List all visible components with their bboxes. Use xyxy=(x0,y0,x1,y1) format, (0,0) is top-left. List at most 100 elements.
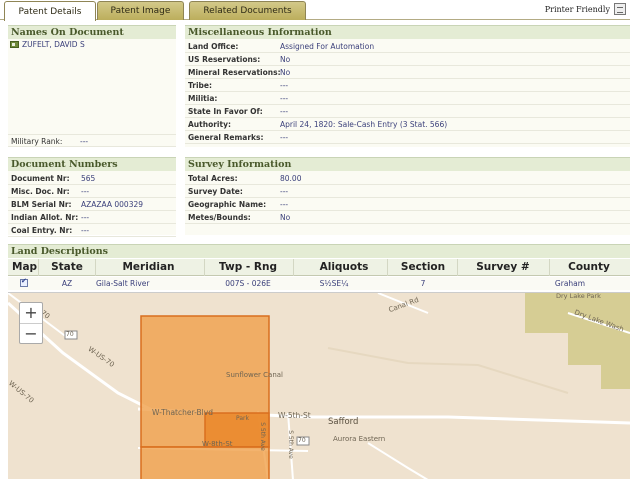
land-meridian: Gila-Salt River xyxy=(96,279,150,288)
misc-label: Tribe: xyxy=(188,81,213,90)
docnum-label: BLM Serial Nr: xyxy=(11,200,72,209)
survey-value: --- xyxy=(280,200,289,209)
docnums-panel: Document Numbers Document Nr: 565 Misc. Do… xyxy=(8,157,176,237)
printer-friendly-link[interactable]: Printer Friendly xyxy=(545,5,610,14)
docnum-label: Indian Allot. Nr: xyxy=(11,213,79,222)
name-entry: ZUFELT, DAVID S xyxy=(10,40,85,49)
label-w5th: W-5th-St xyxy=(278,411,311,420)
label-safford: Safford xyxy=(328,417,359,427)
misc-heading: Miscellaneous Information xyxy=(185,25,630,39)
docnum-label: Misc. Doc. Nr: xyxy=(11,187,70,196)
label-s5th-ave-b: S 5th Ave xyxy=(286,430,294,459)
names-panel: Names On Document ZUFELT, DAVID S Milita… xyxy=(8,25,176,147)
misc-row: State In Favor Of: --- xyxy=(185,105,630,118)
survey-row: Metes/Bounds: No xyxy=(185,211,630,224)
survey-heading: Survey Information xyxy=(185,157,630,171)
label-dry-lake-park: Dry Lake Park xyxy=(556,292,601,300)
label-hw-a: 70 xyxy=(66,331,74,338)
misc-label: General Remarks: xyxy=(188,133,264,142)
misc-row: General Remarks: --- xyxy=(185,131,630,144)
col-aliquots: Aliquots xyxy=(319,261,369,273)
misc-value: April 24, 1820: Sale-Cash Entry (3 Stat.… xyxy=(280,120,448,129)
tab-patent-details[interactable]: Patent Details xyxy=(4,1,96,21)
land-state: AZ xyxy=(61,279,73,288)
docnum-row: Coal Entry. Nr: --- xyxy=(8,224,176,237)
misc-label: State In Favor Of: xyxy=(188,107,263,116)
col-twp-rng: Twp - Rng xyxy=(219,261,277,273)
survey-row: Geographic Name: --- xyxy=(185,198,630,211)
survey-panel: Survey Information Total Acres: 80.00 Surv… xyxy=(185,157,630,235)
map-canvas[interactable] xyxy=(8,293,630,479)
name-value: ZUFELT, DAVID S xyxy=(22,40,85,49)
parcel-south xyxy=(140,446,270,479)
misc-label: Land Office: xyxy=(188,42,239,51)
survey-value: 80.00 xyxy=(280,174,302,183)
land-descriptions-heading: Land Descriptions xyxy=(8,244,630,258)
survey-row: Survey Date: --- xyxy=(185,185,630,198)
col-meridian: Meridian xyxy=(122,261,175,273)
docnum-row: Misc. Doc. Nr: --- xyxy=(8,185,176,198)
misc-row: Land Office: Assigned For Automation xyxy=(185,40,630,53)
survey-value: No xyxy=(280,213,291,222)
docnum-value: --- xyxy=(81,226,90,235)
survey-label: Total Acres: xyxy=(188,174,238,183)
tab-bar: Patent Details Patent Image Related Docu… xyxy=(0,0,630,21)
misc-panel: Miscellaneous Information Land Office: As… xyxy=(185,25,630,147)
military-rank-value: --- xyxy=(80,137,89,146)
label-sunflower-canal: Sunflower Canal xyxy=(226,371,283,379)
tab-patent-image[interactable]: Patent Image xyxy=(97,1,184,20)
docnums-heading: Document Numbers xyxy=(8,157,176,171)
misc-value: --- xyxy=(280,94,289,103)
land-aliquots: S½SE¼ xyxy=(319,279,349,288)
docnum-row: Document Nr: 565 xyxy=(8,172,176,185)
col-county: County xyxy=(568,261,610,273)
misc-label: US Reservations: xyxy=(188,55,261,64)
label-thatcher-blvd: W-Thatcher-Blvd xyxy=(152,408,213,417)
survey-row: Total Acres: 80.00 xyxy=(185,172,630,185)
survey-value: --- xyxy=(280,187,289,196)
misc-row: Authority: April 24, 1820: Sale-Cash Entr… xyxy=(185,118,630,131)
docnum-value: --- xyxy=(81,187,90,196)
docnum-label: Coal Entry. Nr: xyxy=(11,226,73,235)
person-card-icon xyxy=(10,41,19,48)
label-s5th-ave-a: S 5th Ave xyxy=(258,422,266,451)
military-rank-label: Military Rank: xyxy=(11,137,63,146)
misc-value: --- xyxy=(280,133,289,142)
land-twp-rng: 007S - 026E xyxy=(225,279,271,288)
col-state: State xyxy=(51,261,83,273)
printer-icon[interactable] xyxy=(614,3,626,15)
misc-label: Mineral Reservations: xyxy=(188,68,281,77)
misc-value: --- xyxy=(280,81,289,90)
survey-label: Metes/Bounds: xyxy=(188,213,251,222)
docnum-value: 565 xyxy=(81,174,96,183)
map-checkbox[interactable] xyxy=(20,277,28,287)
misc-value: No xyxy=(280,55,291,64)
misc-value: Assigned For Automation xyxy=(280,42,375,51)
zoom-in-button[interactable]: + xyxy=(20,303,42,323)
misc-value: --- xyxy=(280,107,289,116)
misc-row: Tribe: --- xyxy=(185,79,630,92)
land-map[interactable]: US-70 W-US-70 W-US-70 Canal Rd Dry Lake … xyxy=(8,292,630,479)
land-section: 7 xyxy=(420,279,426,288)
docnum-value: --- xyxy=(81,213,90,222)
docnum-value: AZAZAA 000329 xyxy=(81,200,144,209)
zoom-out-button[interactable]: − xyxy=(20,323,42,343)
label-aurora-eastern: Aurora Eastern xyxy=(333,435,386,443)
docnum-label: Document Nr: xyxy=(11,174,70,183)
docnum-row: Indian Allot. Nr: --- xyxy=(8,211,176,224)
docnum-row: BLM Serial Nr: AZAZAA 000329 xyxy=(8,198,176,211)
col-section: Section xyxy=(400,261,446,273)
land-row: AZ Gila-Salt River 007S - 026E S½SE¼ 7 G… xyxy=(8,277,630,290)
military-rank-row: Military Rank: --- xyxy=(8,134,176,147)
misc-row: Mineral Reservations: No xyxy=(185,66,630,79)
label-park: Park xyxy=(236,415,249,422)
col-map: Map xyxy=(12,261,38,273)
zoom-control: + − xyxy=(19,302,43,344)
survey-label: Survey Date: xyxy=(188,187,243,196)
misc-row: Militia: --- xyxy=(185,92,630,105)
tab-related-documents[interactable]: Related Documents xyxy=(189,1,306,20)
label-w8th: W-8th-St xyxy=(202,440,233,448)
survey-label: Geographic Name: xyxy=(188,200,267,209)
col-survey: Survey # xyxy=(476,261,530,273)
misc-value: No xyxy=(280,68,291,77)
